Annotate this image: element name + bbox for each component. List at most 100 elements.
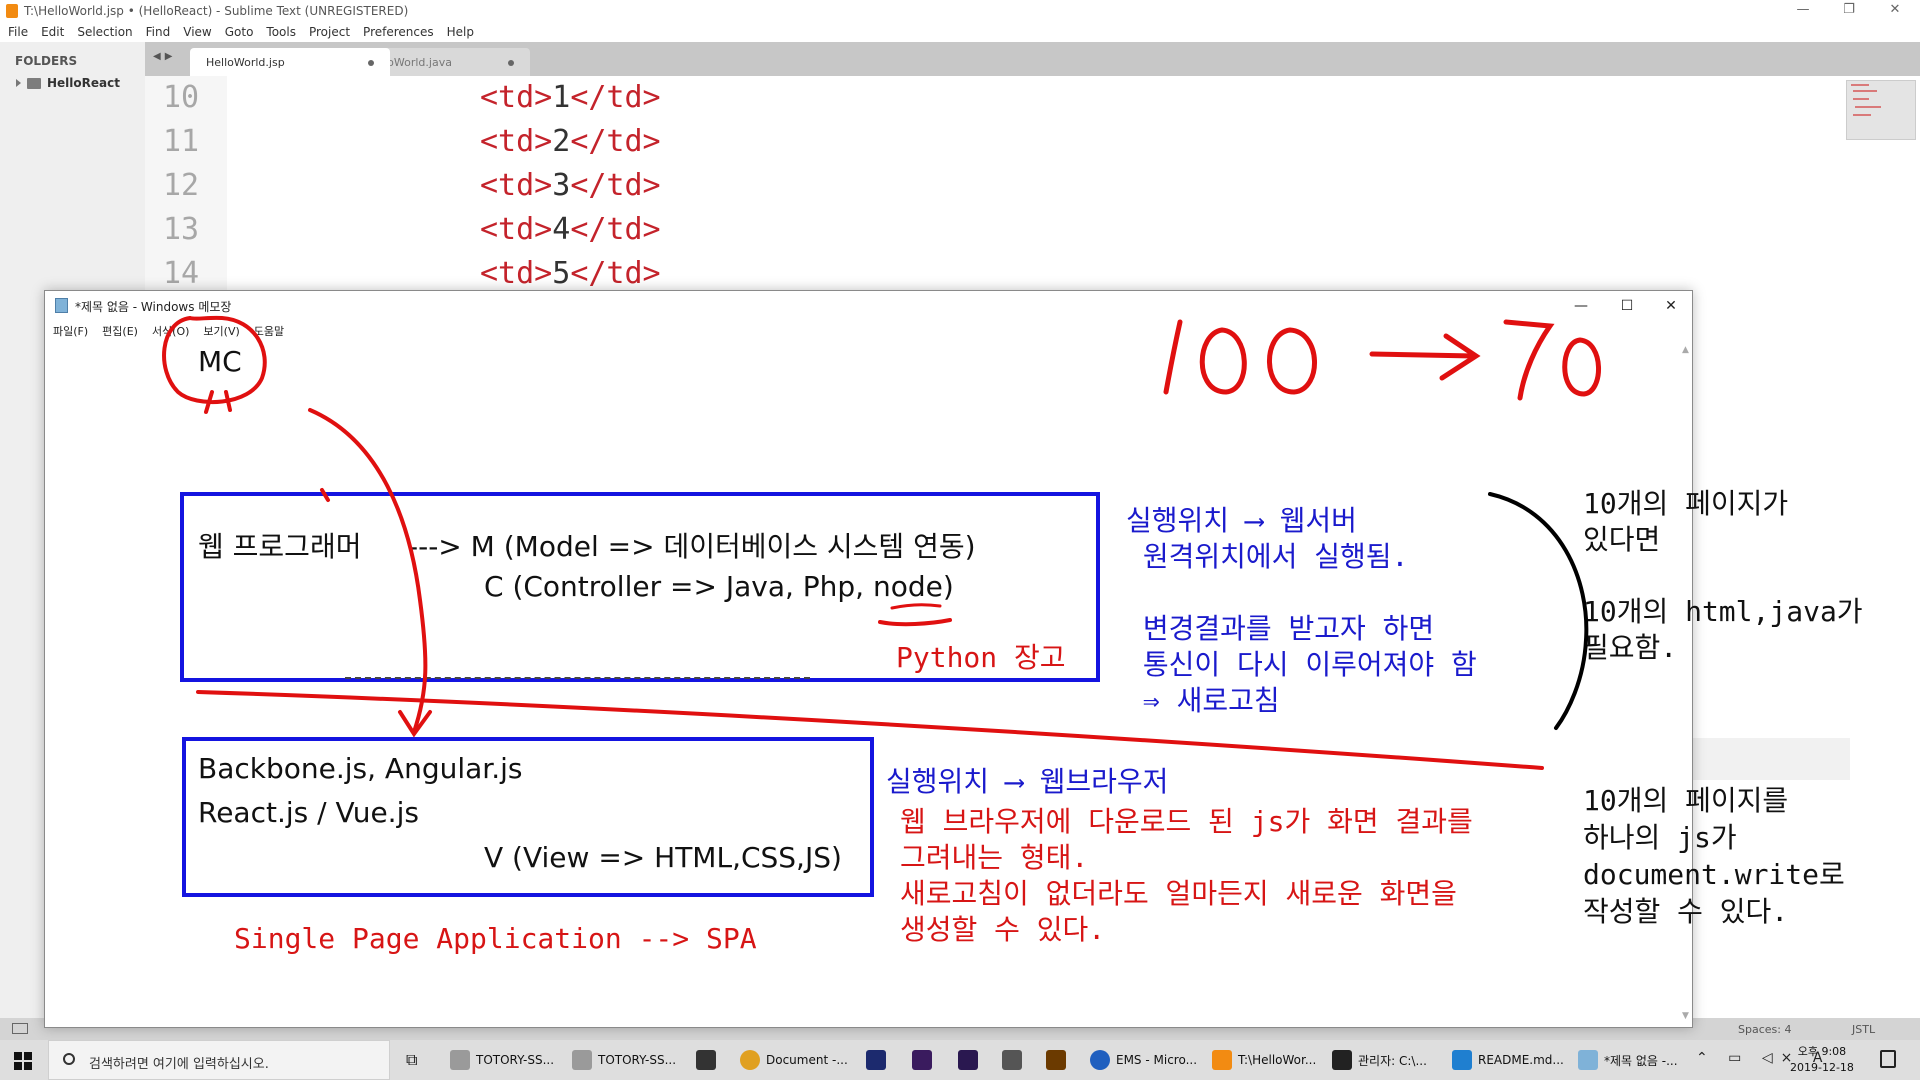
note-line: 10개의 페이지를 [1583, 784, 1789, 817]
np-menu-help[interactable]: 도움말 [254, 323, 284, 339]
td-close: </td> [570, 212, 661, 247]
code-line[interactable]: 12 <td>3</td> [145, 164, 1845, 208]
taskbar-item[interactable] [696, 1040, 716, 1080]
note-line: 변경결과를 받고자 하면 [1126, 612, 1435, 645]
note-line: 10개의 html,java가 [1583, 595, 1863, 628]
status-syntax[interactable]: JSTL [1852, 1023, 1875, 1036]
status-spaces[interactable]: Spaces: 4 [1738, 1023, 1791, 1036]
sublime-menubar: File Edit Selection Find View Goto Tools… [0, 22, 1920, 42]
taskbar-item[interactable]: 관리자: C:\... [1332, 1040, 1427, 1080]
code-line[interactable]: 13 <td>4</td> [145, 208, 1845, 252]
mvc-text: MC [198, 345, 242, 378]
taskbar-item[interactable] [1002, 1040, 1022, 1080]
taskbar-item-label: README.md... [1478, 1053, 1564, 1067]
line-number: 10 [163, 80, 200, 115]
cell-value: 5 [552, 256, 571, 291]
taskbar-item[interactable] [958, 1040, 978, 1080]
note-line: 작성할 수 있다. [1583, 895, 1789, 928]
unsaved-dot-icon[interactable] [508, 60, 514, 66]
menu-goto[interactable]: Goto [225, 25, 254, 39]
note-line: 통신이 다시 이루어져야 함 [1126, 648, 1477, 681]
taskbar-item[interactable] [1046, 1040, 1066, 1080]
tab-nav-arrows-icon[interactable]: ◀▶ [153, 51, 176, 62]
task-view-icon[interactable]: ⧉ [406, 1040, 417, 1080]
remote-desktop-icon [572, 1050, 592, 1070]
sublime-window-title: T:\HelloWorld.jsp • (HelloReact) - Subli… [24, 4, 409, 18]
minimap[interactable] [1845, 76, 1920, 156]
cell-value: 3 [552, 168, 571, 203]
menu-edit[interactable]: Edit [41, 25, 64, 39]
taskbar-item[interactable]: README.md... [1452, 1040, 1564, 1080]
tab-label: HelloWorld.jsp [206, 56, 285, 69]
taskbar-item-label: *제목 없음 -... [1604, 1053, 1678, 1068]
minimap-viewport[interactable] [1846, 80, 1916, 140]
browser-execution-notes: 웹 브라우저에 다운로드 된 js가 화면 결과를 그려내는 형태. 새로고침이… [900, 804, 1473, 948]
web-programmer-text: 웹 프로그래머 [198, 530, 362, 563]
unsaved-dot-icon[interactable] [368, 60, 374, 66]
code-line[interactable]: 11 <td>2</td> [145, 120, 1845, 164]
taskbar-item[interactable]: EMS - Micro... [1090, 1040, 1197, 1080]
menu-preferences[interactable]: Preferences [363, 25, 434, 39]
sublime-titlebar: T:\HelloWorld.jsp • (HelloReact) - Subli… [0, 0, 1920, 22]
search-icon [63, 1053, 75, 1065]
taskbar-item[interactable]: T:\HelloWor... [1212, 1040, 1316, 1080]
spa-text: Single Page Application --> SPA [234, 922, 757, 955]
taskbar-item[interactable]: Document -... [740, 1040, 848, 1080]
windows-taskbar: 검색하려면 여기에 입력하십시오. ⧉ TOTORY-SS... TOTORY-… [0, 1040, 1920, 1080]
taskbar-search[interactable]: 검색하려면 여기에 입력하십시오. [48, 1040, 390, 1080]
notepad-icon [55, 298, 68, 313]
cell-value: 4 [552, 212, 571, 247]
panel-toggle-icon[interactable] [12, 1023, 28, 1034]
side-notes-bottom: 10개의 페이지를 하나의 js가 document.write로 작성할 수 … [1583, 782, 1845, 930]
np-menu-format[interactable]: 서식(O) [152, 323, 189, 339]
taskbar-item[interactable] [866, 1040, 886, 1080]
taskbar-item[interactable]: TOTORY-SS... [572, 1040, 676, 1080]
sidebar-folder-hello-react[interactable]: HelloReact [16, 76, 120, 90]
taskbar-item[interactable] [912, 1040, 932, 1080]
notepad-close-icon[interactable]: ✕ [1648, 293, 1694, 319]
menu-project[interactable]: Project [309, 25, 350, 39]
menu-help[interactable]: Help [447, 25, 474, 39]
menu-selection[interactable]: Selection [77, 25, 132, 39]
notification-icon[interactable] [1880, 1050, 1896, 1068]
scroll-up-icon[interactable]: ▲ [1682, 345, 1690, 355]
sublime-text-icon [1212, 1050, 1232, 1070]
note-line: 웹 브라우저에 다운로드 된 js가 화면 결과를 [900, 805, 1473, 838]
td-close: </td> [570, 168, 661, 203]
note-line: 10개의 페이지가 [1583, 487, 1789, 520]
np-menu-file[interactable]: 파일(F) [53, 323, 88, 339]
tab-helloworld-jsp[interactable]: HelloWorld.jsp [190, 48, 390, 76]
sublime-editor[interactable]: 10 <td>1</td> 11 <td>2</td> 12 <td>3</td… [145, 76, 1845, 296]
view-text: V (View => HTML,CSS,JS) [484, 841, 842, 874]
td-open: <td> [480, 212, 553, 247]
notepad-maximize-icon[interactable]: ☐ [1604, 293, 1650, 319]
sublime-tabbar: ◀▶ HelloWorld.java HelloWorld.jsp [145, 42, 1920, 76]
search-placeholder: 검색하려면 여기에 입력하십시오. [89, 1057, 269, 1072]
minimize-icon[interactable]: — [1780, 0, 1826, 22]
taskbar-item[interactable]: *제목 없음 -... [1578, 1040, 1678, 1080]
taskbar-clock[interactable]: 오후 9:08 2019-12-18 [1790, 1044, 1854, 1076]
menu-find[interactable]: Find [146, 25, 171, 39]
minimap-line [1853, 114, 1871, 116]
note-line: 필요함. [1583, 631, 1678, 664]
code-line[interactable]: 10 <td>1</td> [145, 76, 1845, 120]
menu-file[interactable]: File [8, 25, 28, 39]
np-menu-edit[interactable]: 편집(E) [102, 323, 138, 339]
notepad-minimize-icon[interactable]: — [1558, 293, 1604, 319]
close-icon[interactable]: ✕ [1872, 0, 1918, 22]
menu-tools[interactable]: Tools [266, 25, 296, 39]
note-line: 생성할 수 있다. [900, 913, 1106, 946]
scroll-down-icon[interactable]: ▼ [1682, 1011, 1690, 1021]
menu-view[interactable]: View [183, 25, 211, 39]
controller-text: C (Controller => Java, Php, node) [484, 570, 954, 603]
chrome-icon [740, 1050, 760, 1070]
caret-right-icon [16, 79, 21, 87]
taskbar-item[interactable]: TOTORY-SS... [450, 1040, 554, 1080]
np-menu-view[interactable]: 보기(V) [203, 323, 239, 339]
start-button-icon[interactable] [14, 1052, 32, 1070]
td-open: <td> [480, 168, 553, 203]
minimap-line [1851, 84, 1869, 86]
vscode-icon [1452, 1050, 1472, 1070]
note-line: 새로고침이 없더라도 얼마든지 새로운 화면을 [900, 877, 1457, 910]
restore-icon[interactable]: ❐ [1826, 0, 1872, 22]
